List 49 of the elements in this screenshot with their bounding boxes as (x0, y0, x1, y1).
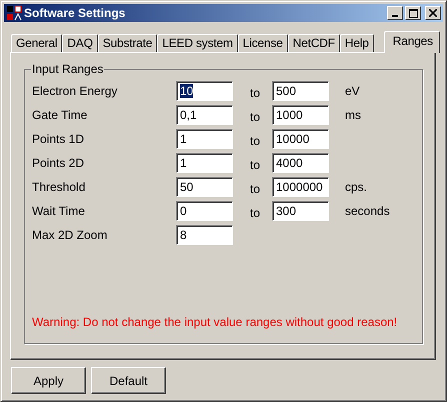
range-separator: to (250, 109, 262, 124)
field-label: Points 1D (32, 132, 86, 146)
input-field[interactable]: 300 (272, 201, 329, 221)
unit-label: cps. (345, 180, 368, 194)
field-label: Threshold (32, 180, 86, 194)
tab[interactable]: NetCDF (288, 34, 340, 52)
dialog-button[interactable]: Apply (11, 367, 86, 394)
unit-label: ms (345, 108, 362, 122)
minimize-button[interactable] (387, 6, 403, 20)
unit-label: seconds (345, 204, 391, 218)
range-separator: to (250, 133, 262, 148)
range-separator: to (250, 181, 262, 196)
input-field[interactable]: 1 (176, 129, 233, 149)
tab[interactable]: Help (340, 34, 374, 52)
tab[interactable]: Ranges (384, 31, 440, 53)
maximize-button[interactable] (405, 6, 421, 20)
maximize-icon (408, 8, 418, 18)
input-field[interactable]: 4000 (272, 153, 329, 173)
tab[interactable]: General (11, 34, 62, 52)
unit-label: eV (345, 84, 361, 98)
input-field[interactable]: 0 (176, 201, 233, 221)
input-field[interactable]: 1 (176, 153, 233, 173)
field-label: Gate Time (32, 108, 88, 122)
input-field[interactable]: 0,1 (176, 105, 233, 125)
field-label: Electron Energy (32, 84, 118, 98)
close-icon (429, 9, 437, 17)
input-field[interactable]: 8 (176, 225, 233, 245)
field-label: Points 2D (32, 156, 86, 170)
input-field[interactable]: 1000 (272, 105, 329, 125)
range-separator: to (250, 157, 262, 172)
field-label: Max 2D Zoom (32, 228, 108, 242)
tab[interactable]: License (238, 34, 288, 52)
tab[interactable]: Substrate (98, 34, 158, 52)
input-field[interactable]: 500 (272, 81, 329, 101)
field-label: Wait Time (32, 204, 86, 218)
close-button[interactable] (425, 6, 441, 20)
window-title: Software Settings (24, 6, 126, 20)
dialog-button[interactable]: Default (91, 367, 166, 394)
input-field[interactable]: 1000000 (272, 177, 329, 197)
input-field[interactable]: 10000 (272, 129, 329, 149)
group-title: Input Ranges (31, 62, 104, 76)
input-field[interactable]: 10 (176, 81, 233, 101)
range-separator: to (250, 85, 262, 100)
app-icon (6, 5, 22, 21)
warning-text: Warning: Do not change the input value ranges without good reason! (32, 315, 398, 329)
tab[interactable]: LEED system (157, 34, 238, 52)
input-field[interactable]: 50 (176, 177, 233, 197)
tab[interactable]: DAQ (62, 34, 98, 52)
range-separator: to (250, 205, 262, 220)
